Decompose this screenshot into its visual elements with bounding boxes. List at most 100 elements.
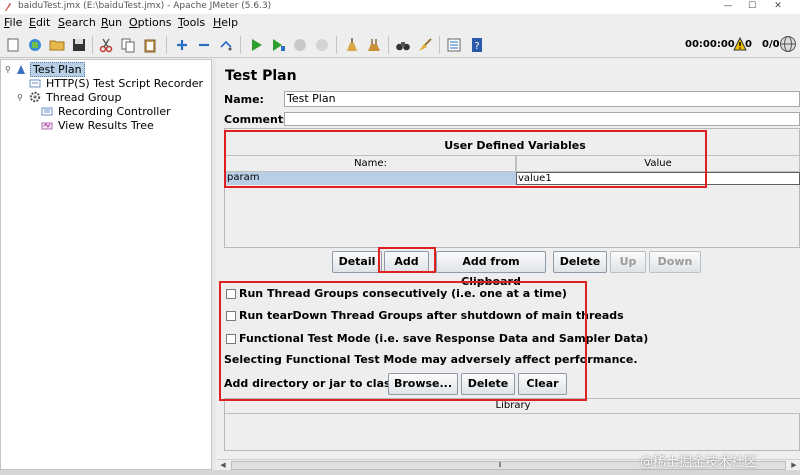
functional-test-mode-checkbox[interactable]: Functional Test Mode (i.e. save Response…	[226, 332, 648, 345]
warning-icon[interactable]	[733, 37, 747, 51]
broom-all-icon	[368, 39, 380, 51]
reset-search-button[interactable]	[415, 35, 435, 55]
delete-classpath-button[interactable]: Delete	[461, 373, 515, 395]
status-strip	[0, 470, 800, 475]
broom-icon	[347, 38, 357, 51]
test-plan-tree[interactable]: ⚲ Test Plan HTTP(S) Test Script Recorder…	[0, 59, 212, 470]
table-cell-value[interactable]: value1	[516, 172, 800, 185]
results-tree-icon	[41, 122, 53, 130]
add-from-clipboard-button[interactable]: Add from Clipboard	[436, 251, 546, 288]
clear-all-button[interactable]	[364, 35, 384, 55]
up-button[interactable]: Up	[610, 251, 646, 273]
tree-item-label: Recording Controller	[58, 104, 171, 118]
scroll-left-icon[interactable]: ◀	[217, 460, 229, 470]
menu-options[interactable]: Options	[129, 16, 171, 29]
comments-field[interactable]	[284, 112, 800, 126]
column-header-name[interactable]: Name:	[225, 155, 516, 172]
menu-file[interactable]: File	[4, 16, 22, 29]
name-label: Name:	[224, 93, 264, 106]
checkbox-label: Run Thread Groups consecutively (i.e. on…	[239, 287, 567, 300]
tree-item-label: Thread Group	[46, 90, 122, 104]
templates-icon	[29, 39, 41, 51]
paste-button[interactable]	[140, 35, 160, 55]
recorder-icon	[29, 79, 41, 88]
tree-item-test-plan[interactable]: Test Plan	[15, 61, 85, 77]
clear-classpath-button[interactable]: Clear	[518, 373, 567, 395]
toggle-button[interactable]	[216, 35, 236, 55]
name-field[interactable]: Test Plan	[284, 91, 800, 107]
stop-button[interactable]	[290, 35, 310, 55]
tree-expand-handle[interactable]: ⚲	[17, 93, 23, 102]
collapse-all-button[interactable]	[194, 35, 214, 55]
new-file-icon	[7, 38, 19, 52]
help-button[interactable]: ?	[467, 35, 487, 55]
menu-search[interactable]: Search	[58, 16, 96, 29]
expand-all-button[interactable]	[172, 35, 192, 55]
scrollbar-grip	[499, 462, 501, 467]
svg-text:?: ?	[474, 41, 479, 52]
shutdown-icon	[316, 39, 328, 51]
tree-item-recording-controller[interactable]: Recording Controller	[41, 104, 173, 118]
templates-button[interactable]	[25, 35, 45, 55]
clear-button[interactable]	[342, 35, 362, 55]
window-title: baiduTest.jmx (E:\baiduTest.jmx) - Apach…	[18, 1, 272, 11]
menu-edit[interactable]: Edit	[29, 16, 50, 29]
play-icon	[252, 39, 262, 51]
jmeter-feather-icon	[5, 3, 11, 11]
elapsed-timer: 00:00:00	[685, 39, 735, 50]
checkbox-box[interactable]	[226, 288, 236, 299]
search-button[interactable]	[393, 35, 413, 55]
function-helper-button[interactable]	[444, 35, 464, 55]
plus-icon	[177, 40, 187, 50]
save-button[interactable]	[69, 35, 89, 55]
browse-button[interactable]: Browse...	[388, 373, 458, 395]
user-defined-variables-panel: User Defined Variables	[224, 128, 800, 248]
close-button[interactable]: ✕	[756, 0, 800, 14]
checkbox-label: Run tearDown Thread Groups after shutdow…	[239, 309, 624, 322]
run-teardown-checkbox[interactable]: Run tearDown Thread Groups after shutdow…	[226, 309, 624, 322]
test-plan-icon	[17, 65, 25, 74]
library-table[interactable]: Library	[224, 398, 800, 451]
menu-run[interactable]: Run	[101, 16, 122, 29]
pane-splitter[interactable]	[212, 59, 216, 470]
checkbox-box[interactable]	[226, 310, 236, 321]
tree-expand-handle[interactable]: ⚲	[5, 65, 11, 74]
column-header-library[interactable]: Library	[225, 399, 800, 414]
tree-item-recorder[interactable]: HTTP(S) Test Script Recorder	[29, 76, 205, 90]
open-button[interactable]	[47, 35, 67, 55]
save-icon	[73, 39, 85, 51]
scissors-icon	[99, 38, 113, 53]
cut-button[interactable]	[96, 35, 116, 55]
menu-tools[interactable]: Tools	[178, 16, 205, 29]
page-title: Test Plan	[225, 68, 297, 84]
copy-button[interactable]	[118, 35, 138, 55]
tree-item-label: HTTP(S) Test Script Recorder	[46, 76, 204, 90]
folder-open-icon	[49, 40, 65, 51]
menu-help[interactable]: Help	[213, 16, 238, 29]
add-button[interactable]: Add	[384, 251, 429, 273]
tree-item-label: View Results Tree	[58, 118, 154, 132]
copy-icon	[121, 38, 135, 53]
play-no-pause-icon	[273, 39, 285, 51]
test-plan-panel: Test Plan Name: Test Plan Comments: User…	[217, 59, 800, 459]
gear-icon	[29, 91, 41, 103]
run-consecutively-checkbox[interactable]: Run Thread Groups consecutively (i.e. on…	[226, 287, 567, 300]
down-button[interactable]: Down	[649, 251, 701, 273]
checkbox-box[interactable]	[226, 333, 236, 344]
remote-globe-icon[interactable]	[779, 35, 797, 53]
toggle-icon	[220, 40, 232, 51]
start-no-pauses-button[interactable]	[268, 35, 288, 55]
detail-button[interactable]: Detail	[332, 251, 382, 273]
new-button[interactable]	[3, 35, 23, 55]
reset-search-icon	[419, 38, 432, 51]
tree-item-view-results-tree[interactable]: View Results Tree	[41, 118, 156, 132]
column-header-value[interactable]: Value	[516, 155, 800, 172]
tree-item-thread-group[interactable]: Thread Group	[29, 90, 123, 104]
minus-icon	[199, 43, 209, 47]
stop-icon	[294, 39, 306, 51]
start-button[interactable]	[246, 35, 266, 55]
table-cell-name[interactable]: param	[225, 172, 516, 185]
scroll-right-icon[interactable]: ▶	[788, 460, 800, 470]
shutdown-button[interactable]	[312, 35, 332, 55]
delete-variable-button[interactable]: Delete	[553, 251, 607, 273]
